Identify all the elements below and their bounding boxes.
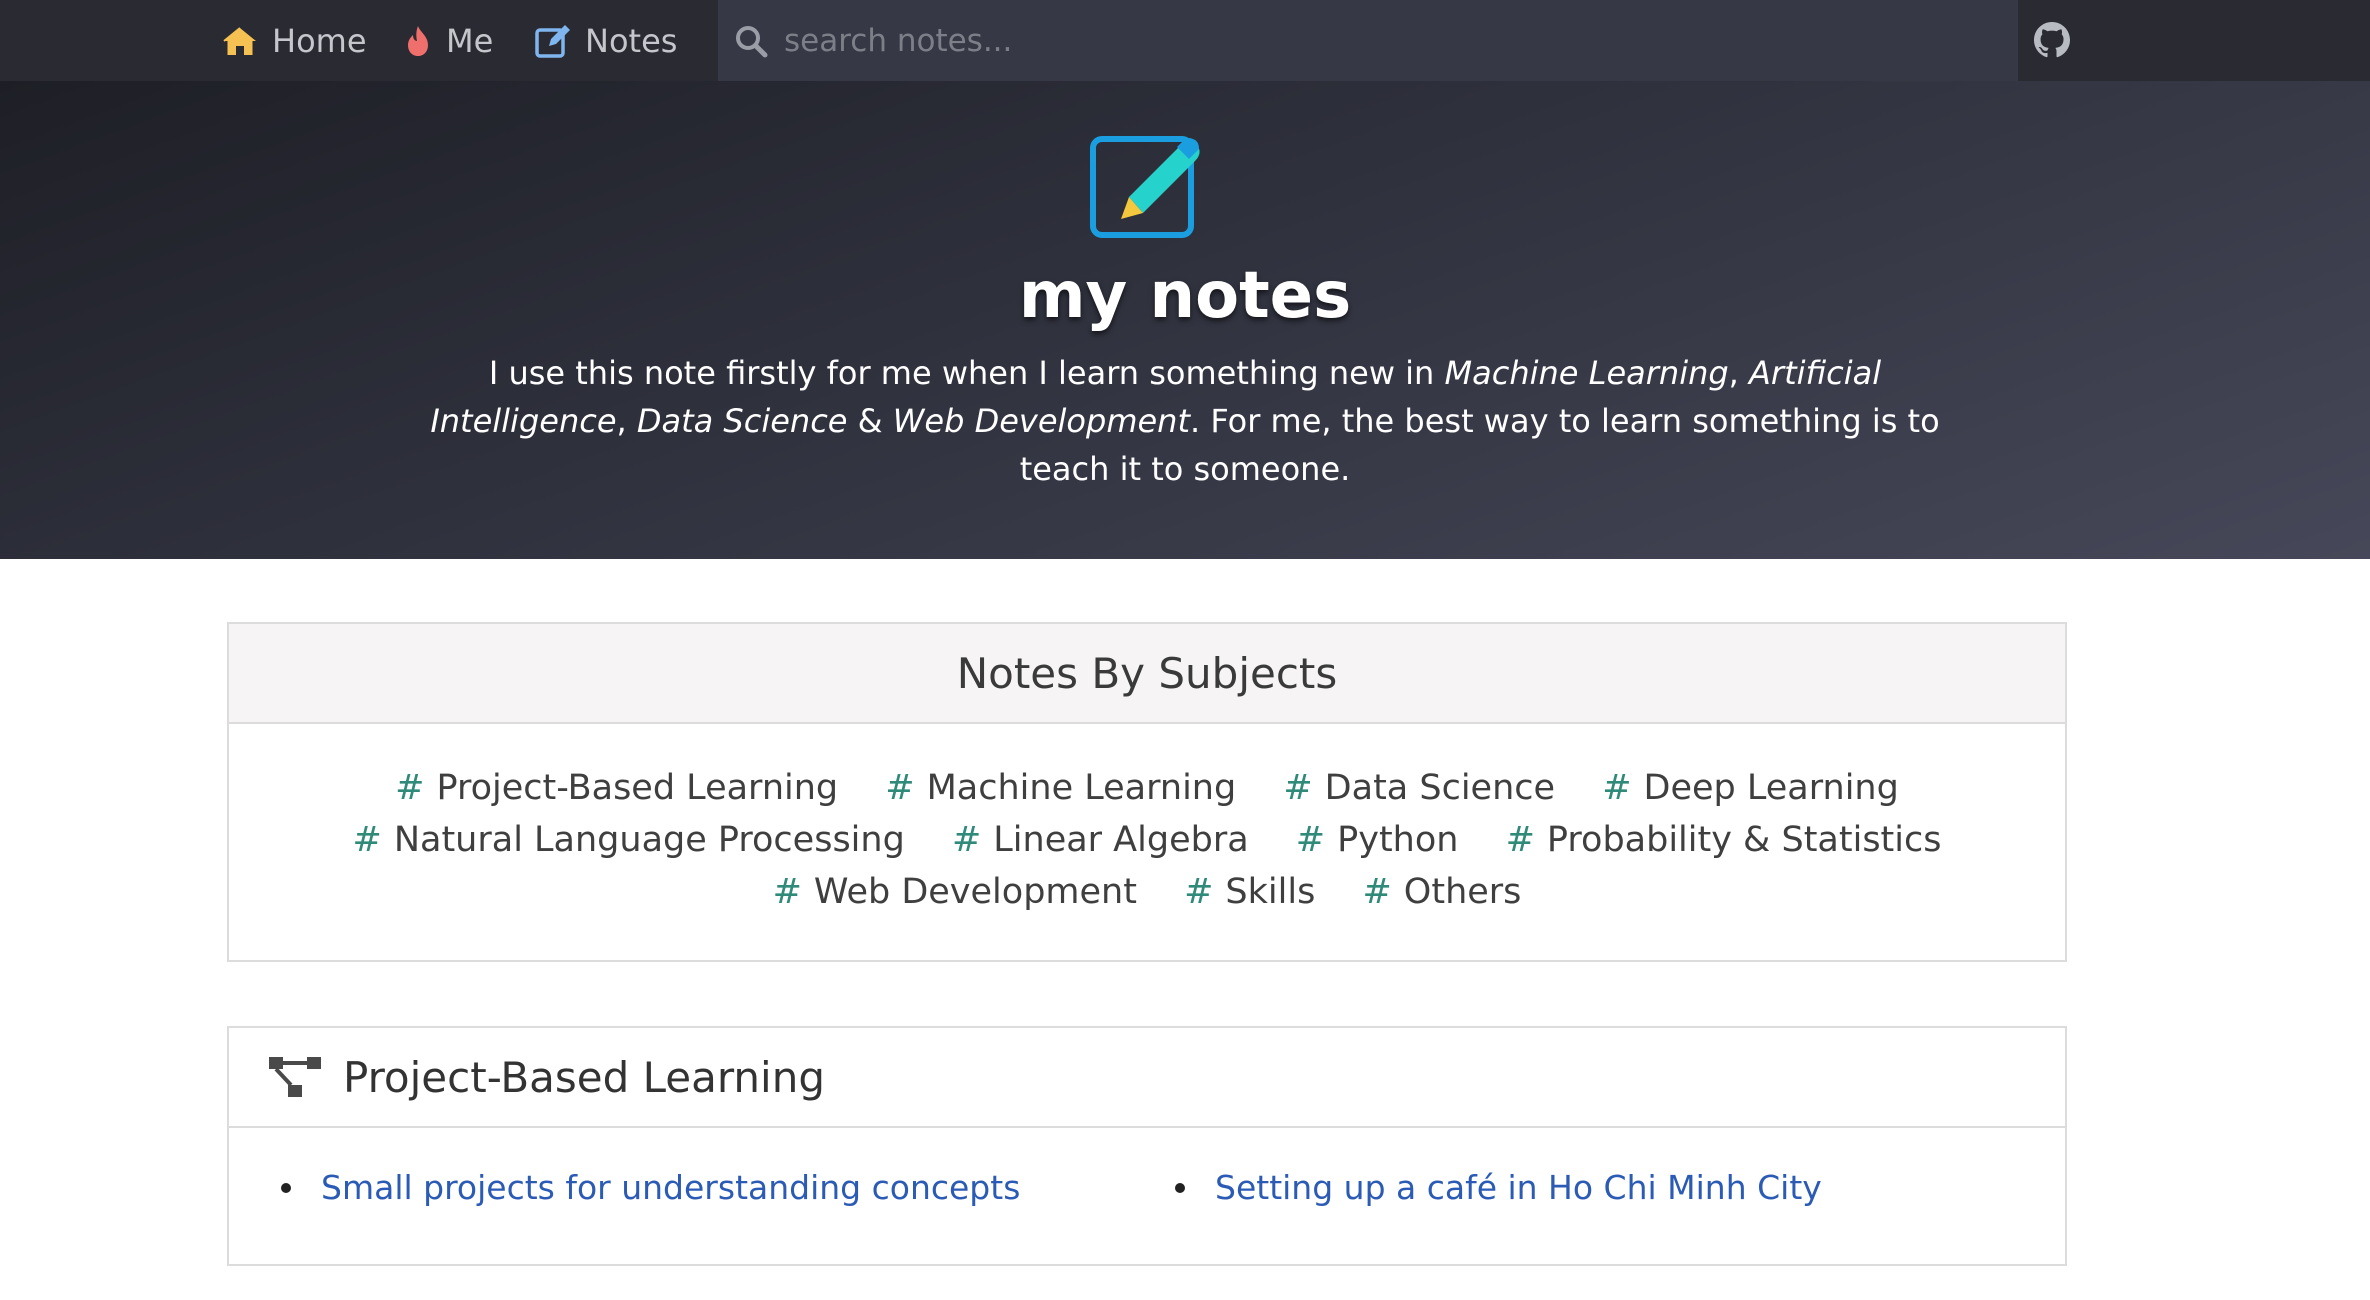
tag-row: # Web Development # Skills # Others (229, 866, 2065, 918)
tag-label: Skills (1225, 872, 1316, 912)
tag-project-based-learning[interactable]: # Project-Based Learning (395, 762, 838, 814)
home-icon (222, 25, 258, 57)
page-title: my notes (1018, 259, 1352, 333)
hash-mark: # (352, 820, 382, 860)
tag-python[interactable]: # Python (1296, 814, 1459, 866)
subjects-card-title: Notes By Subjects (229, 624, 2065, 724)
top-navbar: Home Me Notes (0, 0, 2370, 81)
search-icon (734, 24, 768, 58)
search-bar[interactable] (718, 0, 2018, 81)
github-icon[interactable] (2034, 22, 2070, 58)
hash-mark: # (951, 820, 982, 860)
project-diagram-icon (267, 1055, 323, 1099)
tag-label: Web Development (813, 872, 1137, 912)
tag-probability-statistics[interactable]: # Probability & Statistics (1506, 814, 1942, 866)
list-item: Setting up a café in Ho Chi Minh City (1175, 1168, 1822, 1207)
nav-me-label: Me (446, 21, 494, 60)
hash-mark: # (1295, 820, 1326, 860)
edit-icon (535, 24, 571, 58)
hero-desc-sep-2: , (616, 402, 637, 440)
nav-notes-label: Notes (585, 21, 678, 60)
tag-label: Machine Learning (926, 768, 1237, 808)
hash-mark: # (772, 872, 802, 912)
tag-label: Deep Learning (1643, 768, 1899, 808)
tag-label: Python (1337, 820, 1459, 860)
project-based-learning-card: Project-Based Learning Small projects fo… (227, 1026, 2067, 1266)
hero-description: I use this note firstly for me when I le… (400, 349, 1970, 493)
nav-notes-link[interactable]: Notes (535, 0, 677, 81)
tag-web-development[interactable]: # Web Development (773, 866, 1137, 918)
project-card-header: Project-Based Learning (229, 1028, 2065, 1128)
tag-data-science[interactable]: # Data Science (1283, 762, 1555, 814)
hash-mark: # (1283, 768, 1313, 808)
list-item: Small projects for understanding concept… (281, 1168, 1020, 1207)
hash-mark: # (1184, 872, 1214, 912)
tag-label: Others (1403, 872, 1522, 912)
hash-mark: # (1505, 820, 1535, 860)
tag-machine-learning[interactable]: # Machine Learning (885, 762, 1236, 814)
project-link-list: Small projects for understanding concept… (229, 1128, 2065, 1264)
hero-desc-sep-1: , (1728, 354, 1750, 392)
subject-tags: # Project-Based Learning # Machine Learnin… (229, 724, 2065, 918)
tag-nlp[interactable]: # Natural Language Processing (353, 814, 905, 866)
hero-desc-em-ds: Data Science (636, 402, 848, 440)
project-card-title: Project-Based Learning (343, 1052, 825, 1102)
tag-label: Probability & Statistics (1546, 820, 1942, 860)
bullet-dot (281, 1182, 291, 1193)
subjects-card: Notes By Subjects # Project-Based Learnin… (227, 622, 2067, 962)
tag-row: # Natural Language Processing # Linear Alg… (229, 814, 2065, 866)
tag-label: Project-Based Learning (436, 768, 839, 808)
hash-mark: # (885, 768, 915, 808)
project-link-cafe-hcmc[interactable]: Setting up a café in Ho Chi Minh City (1215, 1168, 1822, 1207)
tag-label: Linear Algebra (993, 820, 1249, 860)
bullet-dot (1175, 1182, 1185, 1193)
note-edit-logo-icon (1089, 125, 1203, 239)
tag-others[interactable]: # Others (1362, 866, 1521, 918)
tag-label: Natural Language Processing (393, 820, 905, 860)
hash-mark: # (1362, 872, 1392, 912)
nav-home-label: Home (272, 21, 367, 60)
hero-banner: my notes I use this note firstly for me … (0, 81, 2370, 559)
nav-me-link[interactable]: Me (404, 0, 493, 81)
hero-desc-em-ml: Machine Learning (1444, 354, 1729, 392)
nav-home-link[interactable]: Home (222, 0, 367, 81)
project-link-small-projects[interactable]: Small projects for understanding concept… (321, 1168, 1020, 1207)
hash-mark: # (1602, 768, 1632, 808)
tag-skills[interactable]: # Skills (1184, 866, 1315, 918)
tag-row: # Project-Based Learning # Machine Learnin… (229, 762, 2065, 814)
tag-linear-algebra[interactable]: # Linear Algebra (952, 814, 1249, 866)
fire-icon (404, 24, 432, 58)
hero-desc-text-1: I use this note firstly for me when I le… (488, 354, 1445, 392)
tag-label: Data Science (1324, 768, 1556, 808)
hero-desc-em-webdev: Web Development (892, 402, 1190, 440)
search-input[interactable] (784, 22, 1484, 59)
tag-deep-learning[interactable]: # Deep Learning (1602, 762, 1899, 814)
hero-desc-sep-3: & (847, 402, 893, 440)
hash-mark: # (395, 768, 425, 808)
